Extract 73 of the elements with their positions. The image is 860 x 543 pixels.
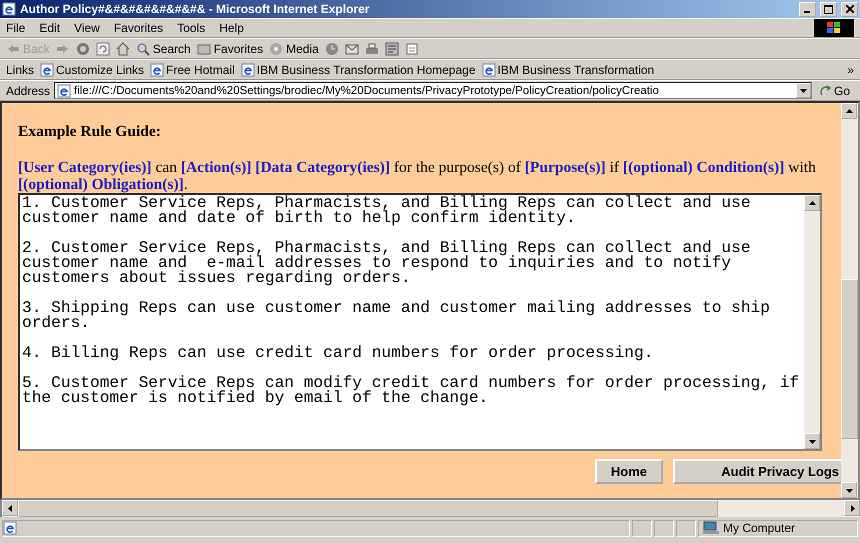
folder-icon[interactable] bbox=[196, 42, 211, 56]
status-panel bbox=[654, 520, 674, 536]
links-label: Links bbox=[6, 62, 34, 76]
audit-button[interactable]: Audit Privacy Logs bbox=[673, 459, 841, 484]
page-icon bbox=[57, 84, 72, 98]
home-button[interactable]: Home bbox=[594, 459, 663, 484]
scroll-right-button[interactable] bbox=[844, 500, 860, 516]
close-icon bbox=[846, 5, 854, 13]
link-item[interactable]: Customize Links bbox=[40, 62, 144, 76]
page-icon bbox=[240, 62, 255, 76]
menu-item[interactable]: View bbox=[74, 21, 100, 35]
scroll-up-button[interactable] bbox=[841, 103, 857, 119]
scroll-down-button[interactable] bbox=[841, 482, 857, 498]
zone-label: My Computer bbox=[723, 521, 796, 535]
document-icon[interactable] bbox=[384, 42, 399, 56]
arrow-icon bbox=[808, 438, 816, 444]
menu-item[interactable]: Help bbox=[219, 21, 244, 35]
menu-item[interactable]: File bbox=[6, 21, 26, 35]
status-panel bbox=[676, 520, 696, 536]
maximize-icon bbox=[824, 4, 833, 14]
minimize-button[interactable] bbox=[799, 2, 816, 16]
menu-item[interactable]: Favorites bbox=[114, 21, 164, 35]
scroll-down-button[interactable] bbox=[804, 433, 820, 449]
scroll-left-button[interactable] bbox=[2, 500, 18, 516]
link-item[interactable]: IBM Business Transformation bbox=[482, 62, 654, 76]
toolbar-button[interactable]: Search bbox=[136, 42, 191, 56]
rule-guide-text: [User Category(ies)] can [Action(s)] [Data Category(ies)] for the purpose(s) of [Purpose(s)] if [(optional) Condition(s)] with [(optional) Obligation(s)]. bbox=[18, 159, 817, 193]
rule-text: 4. Billing Reps can use credit card numbers for order processing. bbox=[22, 346, 654, 361]
page-icon bbox=[40, 62, 54, 76]
scroll-thumb[interactable] bbox=[841, 279, 858, 439]
arrow-icon bbox=[6, 504, 14, 512]
go-arrow-icon bbox=[820, 84, 832, 96]
printer-icon[interactable] bbox=[364, 42, 379, 56]
page-icon bbox=[150, 62, 164, 76]
search-icon[interactable] bbox=[136, 42, 150, 56]
close-button[interactable] bbox=[841, 2, 858, 16]
more-links-button[interactable]: » bbox=[847, 62, 854, 76]
arrow-icon bbox=[808, 200, 816, 206]
computer-icon bbox=[703, 521, 719, 535]
window-title: Author Policy#&#&#&#&#&#&#& - Microsoft Internet Explorer bbox=[20, 2, 370, 16]
maximize-button[interactable] bbox=[820, 2, 837, 16]
guide-heading: Example Rule Guide: bbox=[18, 123, 162, 141]
windows-logo-icon bbox=[814, 19, 854, 37]
link-item[interactable]: Free Hotmail bbox=[150, 62, 235, 76]
clock-icon[interactable] bbox=[324, 42, 339, 56]
dropdown-button[interactable] bbox=[796, 83, 811, 98]
scroll-thumb[interactable] bbox=[18, 500, 718, 517]
caret-icon bbox=[800, 88, 807, 92]
rule-text: 5. Customer Service Reps can modify credit card numbers for order processing, if the customer is notified by email of the change. bbox=[22, 376, 800, 406]
rule-text: 1. Customer Service Reps, Pharmacists, and Billing Reps can collect and use customer name and date of birth to help confirm identity. bbox=[22, 196, 752, 226]
toolbar-button[interactable]: Favorites bbox=[196, 42, 264, 56]
rule-text: 3. Shipping Reps can use customer name and customer mailing addresses to ship orders. bbox=[22, 301, 771, 331]
refresh-icon[interactable] bbox=[96, 42, 110, 56]
stop-icon[interactable] bbox=[76, 42, 90, 56]
home-icon[interactable] bbox=[116, 42, 130, 56]
address-field[interactable]: file:///C:/Documents%20and%20Settings/brodiec/My%20Documents/PrivacyPrototype/PolicyCreation/policyCreatio bbox=[54, 82, 812, 99]
toolbar-button[interactable]: Media bbox=[269, 42, 319, 56]
arrow-icon bbox=[848, 504, 856, 512]
arrow-icon bbox=[846, 486, 852, 494]
note-icon[interactable] bbox=[404, 42, 419, 56]
envelope-icon[interactable] bbox=[344, 42, 359, 56]
address-label: Address bbox=[6, 84, 50, 98]
arrow-icon bbox=[846, 108, 852, 114]
menu-item[interactable]: Edit bbox=[39, 21, 60, 35]
app-icon bbox=[2, 2, 16, 16]
go-button[interactable]: Go bbox=[816, 84, 854, 98]
menu-item[interactable]: Tools bbox=[177, 21, 206, 35]
scroll-up-button[interactable] bbox=[804, 195, 820, 211]
page-icon bbox=[482, 62, 496, 76]
link-item[interactable]: IBM Business Transformation Homepage bbox=[240, 62, 476, 76]
status-panel bbox=[632, 520, 652, 536]
rule-text: 2. Customer Service Reps, Pharmacists, and Billing Reps can collect and use customer name and e-mail addresses to respond to inquiries and to notify customers about issues regarding orders. bbox=[22, 241, 752, 286]
rules-text-area[interactable] bbox=[18, 193, 822, 451]
